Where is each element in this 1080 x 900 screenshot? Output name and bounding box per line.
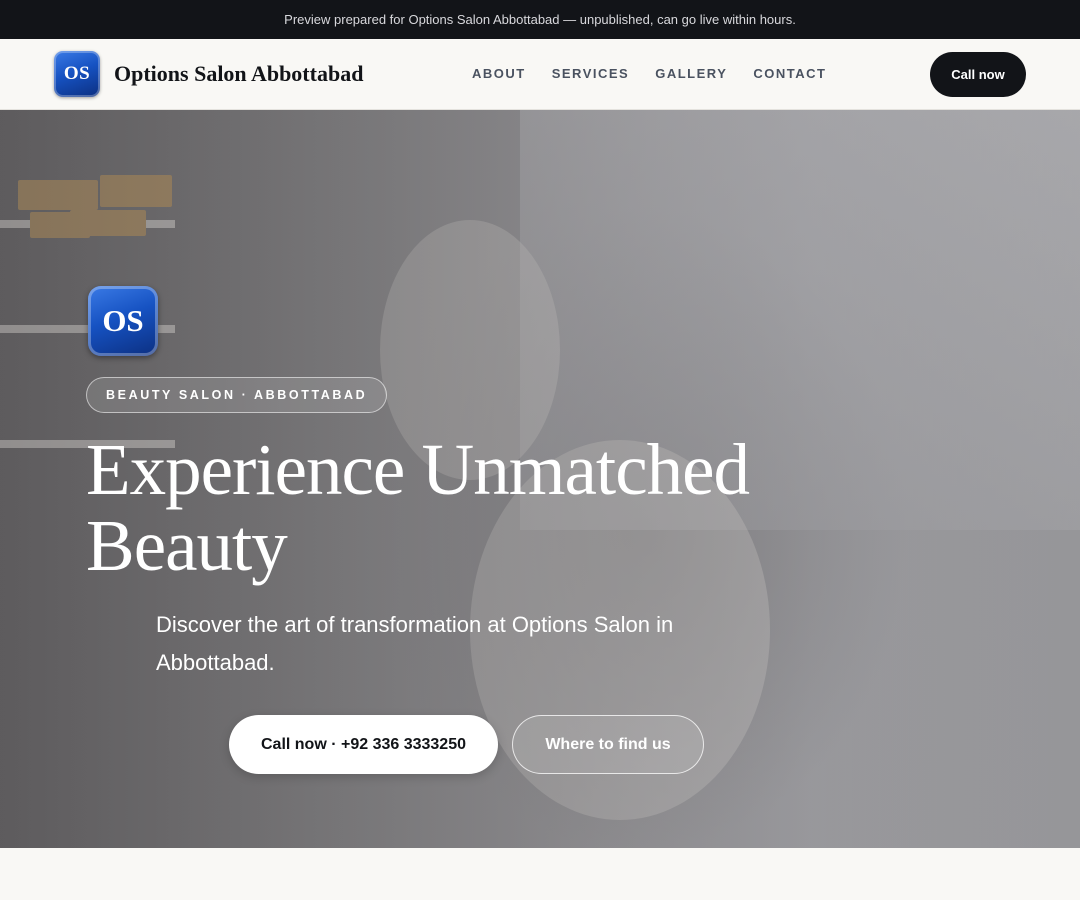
brand-name: Options Salon Abbottabad: [114, 61, 364, 86]
main-nav: ABOUT SERVICES GALLERY CONTACT: [472, 66, 852, 81]
announcement-text: Preview prepared for Options Salon Abbot…: [284, 12, 796, 27]
nav-link-about[interactable]: ABOUT: [472, 66, 526, 81]
hero-os-logo-icon: OS: [88, 286, 158, 356]
next-section: [0, 848, 1080, 900]
header-call-now-button[interactable]: Call now: [930, 52, 1026, 97]
hero-headline: Experience Unmatched Beauty: [86, 429, 750, 586]
announcement-bar: Preview prepared for Options Salon Abbot…: [0, 0, 1080, 39]
hero-subtitle: Discover the art of transformation at Op…: [156, 612, 674, 675]
brand[interactable]: OS Options Salon Abbottabad: [54, 51, 363, 97]
hero-badge: BEAUTY SALON · ABBOTTABAD: [86, 377, 388, 413]
hero-call-now-button[interactable]: Call now · +92 336 3333250: [229, 715, 498, 774]
where-to-find-us-button[interactable]: Where to find us: [512, 715, 704, 774]
os-logo-icon: OS: [54, 51, 100, 97]
nav-link-contact[interactable]: CONTACT: [753, 66, 826, 81]
site-header: OS Options Salon Abbottabad ABOUT SERVIC…: [0, 39, 1080, 110]
nav-link-gallery[interactable]: GALLERY: [655, 66, 727, 81]
hero-section: OS BEAUTY SALON · ABBOTTABAD Experience …: [0, 110, 1080, 848]
nav-link-services[interactable]: SERVICES: [552, 66, 630, 81]
